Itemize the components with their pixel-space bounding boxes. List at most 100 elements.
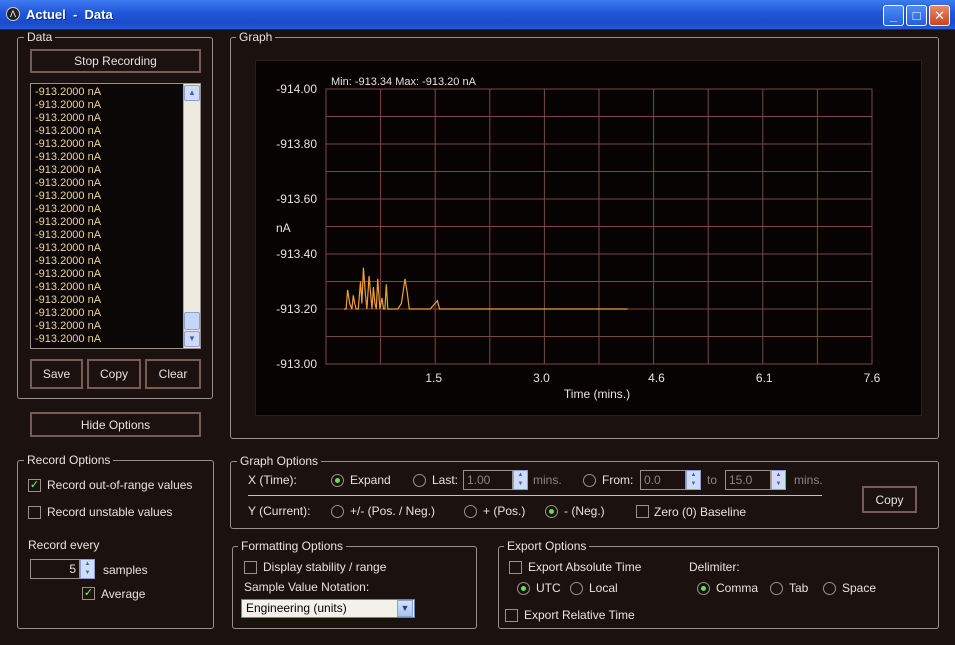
scroll-up-icon[interactable]: ▲ — [184, 85, 200, 101]
y-tick-label: -913.60 — [276, 192, 317, 206]
reading-list-item[interactable]: -913.2000 nA — [31, 281, 183, 294]
record-every-spinner[interactable]: ▲ ▼ — [80, 559, 95, 579]
average-checkbox[interactable]: ✓ — [82, 587, 95, 600]
neg-label: - (Neg.) — [564, 504, 605, 518]
local-label: Local — [589, 581, 618, 595]
graph-options-legend: Graph Options — [237, 454, 322, 468]
comma-radio[interactable] — [697, 582, 710, 595]
last-label: Last: — [432, 473, 459, 487]
reading-list-item[interactable]: -913.2000 nA — [31, 112, 183, 125]
last-input[interactable]: 1.00 — [463, 470, 513, 490]
reading-list-item[interactable]: -913.2000 nA — [31, 203, 183, 216]
current-chart: Min: -913.34 Max: -913.20 nA -914.00 -913… — [276, 76, 881, 401]
to-input[interactable]: 15.0 — [725, 470, 771, 490]
reading-list-item[interactable]: -913.2000 nA — [31, 242, 183, 255]
to-spinner[interactable]: ▲ ▼ — [771, 470, 786, 490]
reading-list-item[interactable]: -913.2000 nA — [31, 333, 183, 346]
space-radio[interactable] — [823, 582, 836, 595]
last-unit-label: mins. — [533, 473, 562, 487]
samples-label: samples — [103, 563, 148, 577]
min-max-stats: Min: -913.34 Max: -913.20 nA — [331, 76, 477, 88]
pos-label: + (Pos.) — [483, 504, 526, 518]
reading-list-item[interactable]: -913.2000 nA — [31, 125, 183, 138]
readings-scrollbar[interactable]: ▲ ▼ — [183, 84, 200, 348]
clear-button[interactable]: Clear — [145, 359, 201, 389]
local-radio[interactable] — [570, 582, 583, 595]
from-label: From: — [602, 473, 634, 487]
readings-listbox[interactable]: -913.2000 nA -913.2000 nA -913.2000 nA -913… — [30, 83, 201, 349]
reading-list-item[interactable]: -913.2000 nA — [31, 99, 183, 112]
reading-list-item[interactable]: -913.2000 nA — [31, 268, 183, 281]
save-button[interactable]: Save — [30, 359, 83, 389]
expand-label: Expand — [350, 473, 391, 487]
reading-list-item[interactable]: -913.2000 nA — [31, 164, 183, 177]
minimize-button[interactable]: _ — [883, 5, 904, 26]
reading-list-item[interactable]: -913.2000 nA — [31, 255, 183, 268]
reading-list-item[interactable]: -913.2000 nA — [31, 138, 183, 151]
unstable-checkbox[interactable] — [28, 506, 41, 519]
stop-recording-button[interactable]: Stop Recording — [30, 49, 201, 73]
copy-data-button[interactable]: Copy — [87, 359, 141, 389]
reading-list-item[interactable]: -913.2000 nA — [31, 294, 183, 307]
record-options-legend: Record Options — [24, 453, 114, 467]
reading-list-item[interactable]: -913.2000 nA — [31, 151, 183, 164]
last-radio[interactable] — [413, 474, 426, 487]
reading-list-item[interactable]: -913.2000 nA — [31, 216, 183, 229]
reading-list-item[interactable]: -913.2000 nA — [31, 229, 183, 242]
y-tick-label: -913.40 — [276, 247, 317, 261]
scroll-thumb[interactable] — [184, 312, 200, 330]
reading-list-item[interactable]: -913.2000 nA — [31, 190, 183, 203]
x-tick-label: 4.6 — [648, 371, 665, 385]
reading-list-item[interactable]: -913.2000 nA — [31, 86, 183, 99]
to-unit-label: mins. — [794, 473, 823, 487]
reading-list-item[interactable]: -913.2000 nA — [31, 307, 183, 320]
chevron-down-icon[interactable]: ▼ — [397, 600, 413, 617]
utc-radio[interactable] — [517, 582, 530, 595]
out-of-range-checkbox[interactable]: ✓ — [28, 479, 41, 492]
x-tick-label: 6.1 — [756, 371, 773, 385]
window-title: Actuel - Data — [26, 7, 113, 22]
posneg-radio[interactable] — [331, 505, 344, 518]
export-absolute-time-checkbox[interactable] — [509, 561, 522, 574]
options-divider — [248, 495, 822, 496]
title-bar[interactable]: Λ Actuel - Data _ □ ✕ — [0, 0, 955, 30]
y-tick-label: -914.00 — [276, 82, 317, 96]
unstable-label: Record unstable values — [47, 505, 173, 519]
from-spinner[interactable]: ▲ ▼ — [686, 470, 701, 490]
record-every-input[interactable]: 5 — [30, 559, 80, 579]
neg-radio[interactable] — [545, 505, 558, 518]
space-label: Space — [842, 581, 877, 595]
app-logo-icon: Λ — [6, 7, 20, 21]
maximize-button[interactable]: □ — [906, 5, 927, 26]
y-axis-label: nA — [276, 221, 291, 235]
current-series-line — [344, 267, 628, 310]
expand-radio[interactable] — [331, 474, 344, 487]
delimiter-label: Delimiter: — [689, 560, 740, 574]
copy-graph-button[interactable]: Copy — [862, 486, 917, 513]
y-current-label: Y (Current): — [248, 504, 311, 518]
close-button[interactable]: ✕ — [929, 5, 950, 26]
from-radio[interactable] — [583, 474, 596, 487]
graph-group-legend: Graph — [236, 30, 276, 44]
x-time-label: X (Time): — [248, 473, 297, 487]
scroll-down-icon[interactable]: ▼ — [184, 331, 200, 347]
x-tick-label: 7.6 — [864, 371, 881, 385]
to-label: to — [707, 473, 718, 487]
average-label: Average — [101, 587, 146, 601]
notation-select[interactable]: Engineering (units) — [241, 599, 415, 618]
display-stability-checkbox[interactable] — [244, 561, 257, 574]
zero-baseline-checkbox[interactable] — [636, 505, 649, 518]
formatting-options-legend: Formatting Options — [238, 539, 347, 553]
x-axis-label: Time (mins.) — [564, 387, 630, 401]
hide-options-button[interactable]: Hide Options — [30, 412, 201, 437]
utc-label: UTC — [536, 581, 561, 595]
pos-radio[interactable] — [464, 505, 477, 518]
x-tick-label: 3.0 — [533, 371, 550, 385]
from-input[interactable]: 0.0 — [640, 470, 686, 490]
reading-list-item[interactable]: -913.2000 nA — [31, 320, 183, 333]
posneg-label: +/- (Pos. / Neg.) — [350, 504, 436, 518]
last-spinner[interactable]: ▲ ▼ — [513, 470, 528, 490]
reading-list-item[interactable]: -913.2000 nA — [31, 177, 183, 190]
tab-radio[interactable] — [770, 582, 783, 595]
export-relative-time-checkbox[interactable] — [505, 609, 518, 622]
